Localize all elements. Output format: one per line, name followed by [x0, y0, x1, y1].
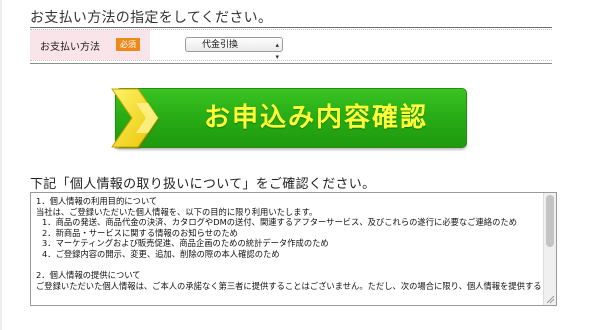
privacy-policy-text: 1．個人情報の利用目的について 当社は、ご登録いただいた個人情報を、以下の目的に… — [36, 196, 542, 291]
privacy-line: 3．マーケティングおよび販売促進、商品企画のための統計データ作成のため — [42, 238, 329, 249]
select-updown-icon: ▴ ▾ — [275, 41, 279, 61]
page-left-border — [0, 0, 2, 330]
privacy-heading: 下記「個人情報の取り扱いについて」をご確認ください。 — [30, 177, 376, 192]
privacy-line: 1．商品の発送、商品代金の決済、カタログやDMの送付、関連するアフターサービス、… — [42, 217, 517, 228]
arrow-right-icon — [111, 88, 160, 149]
required-badge: 必須 — [116, 38, 140, 51]
privacy-scrollbar-thumb[interactable] — [546, 195, 554, 247]
title-divider — [30, 27, 552, 28]
privacy-policy-textarea[interactable]: 1．個人情報の利用目的について 当社は、ご登録いただいた個人情報を、以下の目的に… — [30, 192, 557, 306]
privacy-line: 4．ご登録内容の開示、変更、追加、削除の際の本人確認のため — [42, 248, 280, 259]
payment-method-selected-value: 代金引換 — [202, 40, 239, 50]
privacy-line: 当社は、ご登録いただいた個人情報を、以下の目的に限り利用いたします。 — [36, 206, 318, 217]
payment-label-cell: お支払い方法 必須 — [30, 30, 150, 60]
privacy-line-blank — [36, 260, 542, 271]
confirm-order-button-label: お申込み内容確認 — [203, 103, 428, 133]
payment-method-label: お支払い方法 — [40, 42, 100, 53]
privacy-line: 2．新商品・サービスに関する情報のお知らせのため — [42, 227, 238, 238]
payment-method-row: お支払い方法 必須 代金引換 ▴ ▾ — [30, 29, 552, 61]
privacy-scrollbar[interactable] — [543, 193, 556, 305]
form-bottom-divider — [30, 63, 552, 64]
privacy-line: ご登録いただいた個人情報は、ご本人の承諾なく第三者に提供することはございません。… — [36, 280, 542, 291]
payment-section-title: お支払い方法の指定をしてください。 — [30, 10, 273, 26]
privacy-line: 2．個人情報の提供について — [36, 270, 141, 281]
resize-grip-icon[interactable] — [546, 295, 555, 304]
privacy-line: 1．個人情報の利用目的について — [36, 196, 158, 206]
payment-method-select[interactable]: 代金引換 ▴ ▾ — [185, 37, 283, 61]
confirm-order-button[interactable]: お申込み内容確認 — [111, 88, 467, 149]
